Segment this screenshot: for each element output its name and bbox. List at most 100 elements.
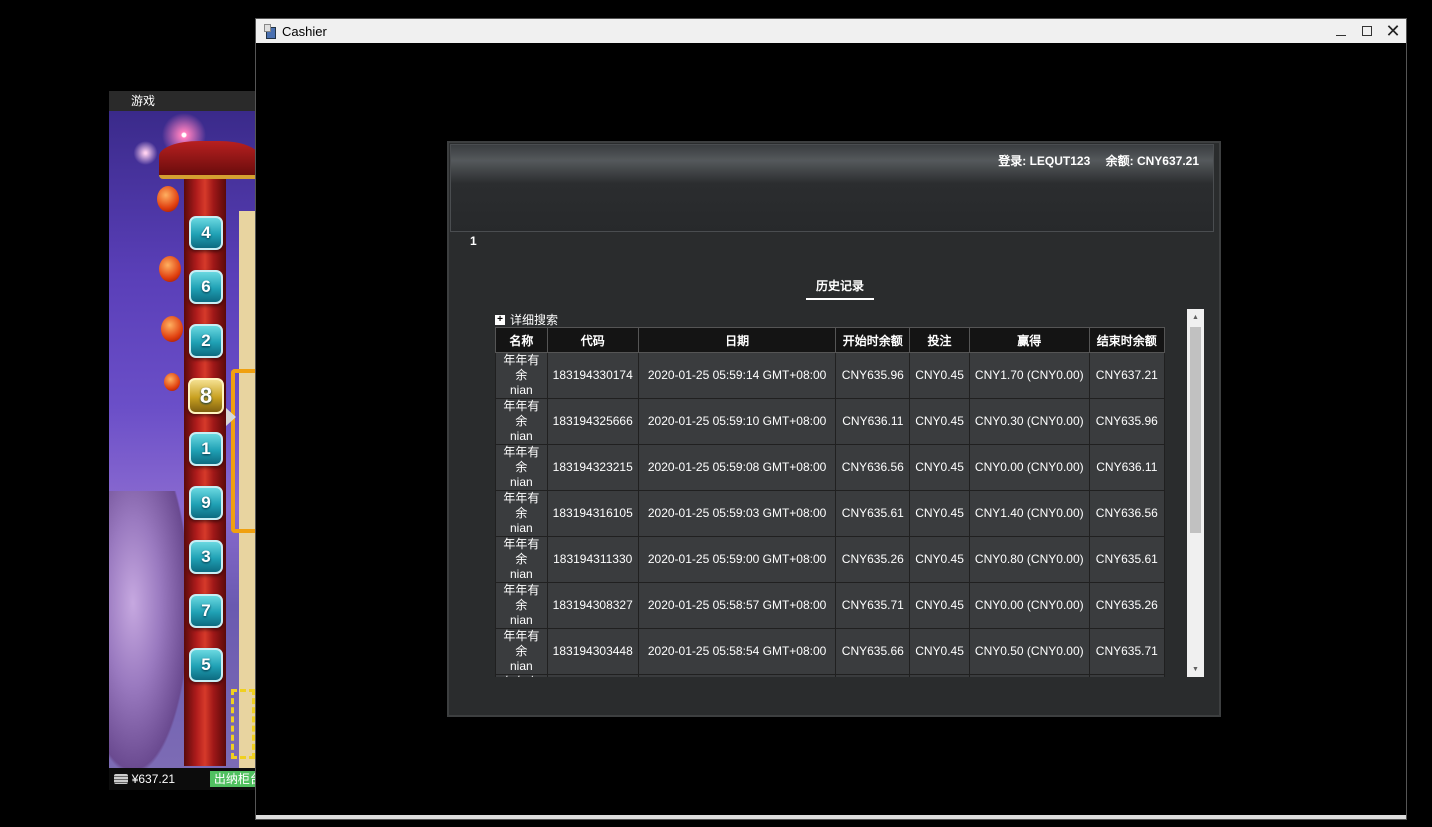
code-cell: 183194303448 — [546, 628, 639, 675]
scroll-up-icon[interactable]: ▲ — [1187, 309, 1204, 325]
lantern-icon — [161, 316, 183, 342]
app-icon — [264, 24, 276, 39]
detail-search-label: 详细搜索 — [510, 313, 559, 327]
column-header[interactable]: 日期 — [637, 327, 837, 353]
code-cell: 183194325666 — [546, 398, 639, 445]
number-button-8[interactable]: 8 — [188, 378, 224, 414]
game-name: 年年有余 — [503, 537, 540, 566]
table-row[interactable]: 年年有余 nian 183194311330 2020-01-25 05:59:00 … — [495, 536, 1165, 583]
column-header[interactable]: 开始时余额 — [835, 327, 911, 353]
date-cell: 2020-01-25 05:59:10 GMT+08:00 — [637, 398, 837, 445]
end-balance-cell: CNY636.11 — [1088, 444, 1165, 491]
win-cell: CNY0.30 (CNY0.00) — [968, 398, 1090, 445]
table-row[interactable]: 年年有余 nian 183194325666 2020-01-25 05:59:10 … — [495, 398, 1165, 445]
table-row[interactable]: 年年有余 nian 183194303448 2020-01-25 05:58:54 … — [495, 628, 1165, 675]
game-name-cell: 年年有余nian — [495, 444, 548, 491]
win-cell: CNY0.00 (CNY0.00) — [968, 582, 1090, 629]
lantern-icon — [164, 373, 180, 391]
date-cell: 2020-01-25 05:59:08 GMT+08:00 — [637, 444, 837, 491]
table-row[interactable]: 年年有余 nian 183194316105 2020-01-25 05:59:03 … — [495, 490, 1165, 537]
end-balance-cell: CNY635.61 — [1088, 536, 1165, 583]
code-cell: 183194296827 — [546, 674, 639, 677]
game-scene: 4 6 2 8 1 9 3 7 5 — [109, 111, 259, 771]
game-name: 年年有余 — [503, 629, 540, 658]
end-balance-cell: CNY637.21 — [1088, 352, 1165, 399]
number-button-6[interactable]: 6 — [189, 270, 223, 304]
date-cell: 2020-01-25 05:59:00 GMT+08:00 — [637, 536, 837, 583]
account-info: 登录: LEQUT123 余额: CNY637.21 — [986, 152, 1199, 169]
end-balance-cell: CNY635.96 — [1088, 398, 1165, 445]
game-name: 年年有余 — [498, 675, 545, 677]
title-bar[interactable]: Cashier ✕ — [256, 19, 1406, 43]
number-button-4[interactable]: 4 — [189, 216, 223, 250]
history-table-container: 名称 代码 日期 开始时余额 投注 赢得 结束时余额 年年有余 nian 18319433017… — [495, 327, 1165, 677]
maximize-icon — [1362, 26, 1372, 36]
win-cell: CNY0.50 (CNY0.00) — [968, 628, 1090, 675]
page-number: 1 — [470, 234, 477, 248]
win-cell: CNY0.00 (CNY0.00) — [968, 444, 1090, 491]
game-menu[interactable]: 游戏 — [109, 91, 259, 111]
game-status-bar: ¥637.21 出纳柜台 — [109, 768, 259, 790]
game-name-sub: nian — [509, 475, 533, 489]
end-balance-cell: CNY635.26 — [1088, 582, 1165, 629]
number-button-1[interactable]: 1 — [189, 432, 223, 466]
date-cell: 2020-01-25 05:59:03 GMT+08:00 — [637, 490, 837, 537]
table-row[interactable]: 年年有余nian1831942968272020-01-25 05:58:49 … — [495, 674, 1165, 677]
history-table: 名称 代码 日期 开始时余额 投注 赢得 结束时余额 年年有余 nian 18319433017… — [495, 327, 1165, 677]
end-balance-cell: CNY635.71 — [1088, 628, 1165, 675]
game-name: 年年有余 — [503, 583, 540, 612]
column-header[interactable]: 结束时余额 — [1088, 327, 1165, 353]
number-button-5[interactable]: 5 — [189, 648, 223, 682]
game-name-sub: nian — [509, 567, 533, 581]
column-header[interactable]: 名称 — [495, 327, 548, 353]
win-cell: CNY1.40 (CNY0.00) — [968, 490, 1090, 537]
column-header[interactable]: 代码 — [546, 327, 639, 353]
table-scrollbar[interactable]: ▲ ▼ — [1187, 309, 1204, 677]
game-name-sub: nian — [509, 521, 533, 535]
number-button-7[interactable]: 7 — [189, 594, 223, 628]
scroll-thumb[interactable] — [1190, 327, 1201, 533]
window-title: Cashier — [282, 23, 327, 39]
code-cell: 183194323215 — [546, 444, 639, 491]
number-button-3[interactable]: 3 — [189, 540, 223, 574]
game-name: 年年有余 — [503, 491, 540, 520]
minimize-icon — [1336, 34, 1346, 36]
window-bottom-edge — [256, 815, 1406, 819]
table-row[interactable]: 年年有余 nian 183194308327 2020-01-25 05:58:57 … — [495, 582, 1165, 629]
close-button[interactable]: ✕ — [1380, 19, 1406, 43]
minimize-button[interactable] — [1328, 19, 1354, 43]
maximize-button[interactable] — [1354, 19, 1380, 43]
number-button-9[interactable]: 9 — [189, 486, 223, 520]
bet-cell: CNY0.45 — [909, 444, 970, 491]
game-name-cell: 年年有余nian — [495, 582, 548, 629]
game-name-sub: nian — [509, 383, 533, 397]
game-name: 年年有余 — [503, 399, 540, 428]
table-row[interactable]: 年年有余 nian 183194323215 2020-01-25 05:59:08 … — [495, 444, 1165, 491]
game-name-cell: 年年有余nian — [495, 398, 548, 445]
detail-search-toggle[interactable]: + 详细搜索 — [495, 311, 558, 328]
code-cell: 183194311330 — [546, 536, 639, 583]
cashier-tab-button[interactable]: 出纳柜台 — [209, 771, 259, 787]
end-balance-cell: CNY635.66 — [1088, 674, 1165, 677]
selected-arrow-icon — [226, 408, 236, 426]
column-header[interactable]: 投注 — [909, 327, 970, 353]
game-window: 游戏 4 6 2 8 1 9 3 7 5 ¥637.21 出纳柜台 — [109, 91, 259, 790]
win-cell: CNY0.80 (CNY0.00) — [968, 536, 1090, 583]
column-header[interactable]: 赢得 — [968, 327, 1090, 353]
game-name: 年年有余 — [503, 353, 540, 382]
login-label: 登录: LEQUT123 — [998, 154, 1091, 168]
scroll-down-icon[interactable]: ▼ — [1187, 661, 1204, 677]
bet-cell: CNY0.45 — [909, 628, 970, 675]
tab-history[interactable]: 历史记录 — [806, 277, 874, 300]
table-row[interactable]: 年年有余 nian 183194330174 2020-01-25 05:59:14 … — [495, 352, 1165, 399]
game-name-cell: 年年有余nian — [495, 536, 548, 583]
win-cell: CNY1.25 (CNY0.00) — [968, 674, 1090, 677]
start-balance-cell: CNY635.61 — [835, 490, 911, 537]
table-header-row: 名称 代码 日期 开始时余额 投注 赢得 结束时余额 — [495, 327, 1165, 353]
start-balance-cell: CNY634.86 — [835, 674, 911, 677]
start-balance-cell: CNY635.66 — [835, 628, 911, 675]
lantern-icon — [159, 256, 181, 282]
number-button-2[interactable]: 2 — [189, 324, 223, 358]
game-name-cell: 年年有余nian — [495, 674, 548, 677]
bet-cell: CNY0.45 — [909, 490, 970, 537]
